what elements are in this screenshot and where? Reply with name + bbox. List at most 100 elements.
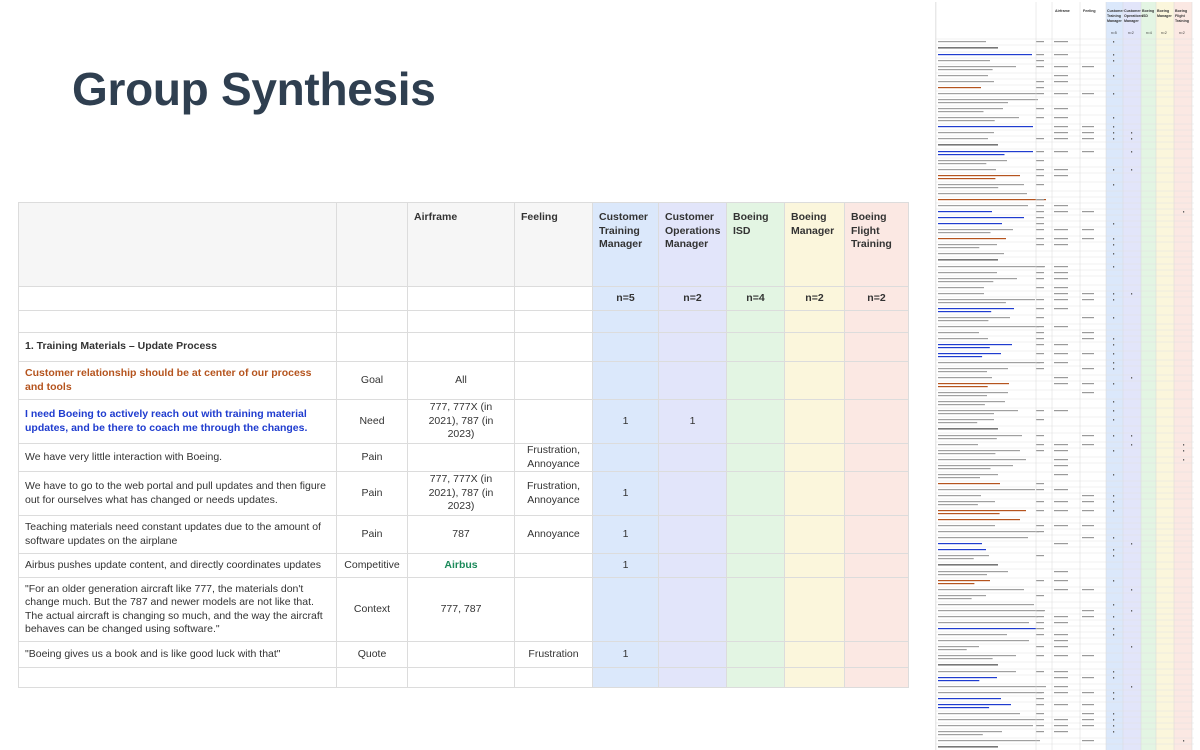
count-cell-com: 1 [658, 399, 727, 444]
thumbnail-n-text: n=4 [1146, 31, 1152, 35]
header-cell-statement [18, 202, 337, 287]
thumbnail-statement-mark [938, 640, 1029, 642]
thumbnail-type-mark [1036, 278, 1044, 280]
thumbnail-count-mark [1113, 435, 1115, 437]
thumbnail-type-mark [1036, 655, 1044, 657]
thumbnail-feeling-mark [1082, 299, 1094, 301]
thumbnail-type-mark [1036, 483, 1044, 485]
thumbnail-airframe-mark [1054, 54, 1068, 56]
thumbnail-feeling-mark [1082, 740, 1094, 742]
thumbnail-airframe-mark [1054, 731, 1068, 733]
thumbnail-count-mark [1131, 293, 1133, 295]
thumbnail-feeling-mark [1082, 537, 1094, 539]
thumbnail-type-mark [1036, 555, 1044, 557]
thumbnail-airframe-mark [1054, 459, 1068, 461]
thumbnail-type-mark [1036, 713, 1044, 715]
thumbnail-type-mark [1036, 725, 1044, 727]
count-cell-com [658, 553, 727, 578]
thumbnail-statement-mark [938, 444, 978, 446]
thumbnail-type-mark [1036, 223, 1044, 225]
thumbnail-statement-mark [938, 99, 1038, 101]
thumbnail-statement-mark [938, 574, 987, 576]
thumbnail-count-mark [1113, 54, 1115, 56]
feeling-cell: Annoyance [514, 515, 593, 554]
thumbnail-airframe-mark [1054, 450, 1068, 452]
thumbnail-feeling-mark [1082, 383, 1094, 385]
thumbnail-statement-mark [938, 740, 1040, 742]
thumbnail-statement-mark [938, 308, 1014, 310]
thumbnail-feeling-mark [1082, 126, 1094, 128]
count-cell-ctm: 1 [592, 641, 659, 668]
thumbnail-n-text: n=2 [1179, 31, 1185, 35]
thumbnail-statement-mark [938, 692, 1042, 694]
thumbnail-airframe-mark [1054, 138, 1068, 140]
thumbnail-feeling-mark [1082, 704, 1094, 706]
thumbnail-airframe-mark [1054, 616, 1068, 618]
thumbnail-airframe-mark [1054, 326, 1068, 328]
count-cell-com [658, 515, 727, 554]
thumbnail-count-mark [1113, 383, 1115, 385]
thumbnail-header-text: Customer [1107, 9, 1124, 13]
thumbnail-statement-mark [938, 580, 990, 582]
thumbnail-statement-mark [938, 54, 1032, 56]
thumbnail-type-mark [1036, 66, 1044, 68]
thumbnail-type-mark [1036, 435, 1044, 437]
thumbnail-type-mark [1036, 622, 1044, 624]
table-row: "Boeing gives us a book and is like good… [18, 641, 909, 668]
thumbnail-airframe-mark [1054, 634, 1068, 636]
thumbnail-airframe-mark [1054, 344, 1068, 346]
thumbnail-count-mark [1113, 725, 1115, 727]
thumbnail-type-mark [1036, 634, 1044, 636]
thumbnail-header-text: Boeing [1157, 9, 1169, 13]
thumbnail-statement-mark [938, 371, 987, 373]
thumbnail-airframe-mark [1054, 175, 1068, 177]
thumbnail-feeling-mark [1082, 138, 1094, 140]
thumbnail-statement-mark [938, 102, 1008, 104]
thumbnail-count-mark [1113, 253, 1115, 255]
thumbnail-statement-mark [938, 66, 1016, 68]
thumbnail-statement-mark [938, 646, 979, 648]
thumbnail-airframe-mark [1054, 362, 1068, 364]
type-cell: Pain [336, 443, 408, 472]
thumbnail-feeling-mark [1082, 317, 1094, 319]
thumbnail-type-mark [1036, 344, 1044, 346]
thumbnail-count-mark [1113, 238, 1115, 240]
thumbnail-n-text: n=2 [1128, 31, 1134, 35]
thumbnail-count-mark [1183, 211, 1185, 213]
header-cell-airframe: Airframe [407, 202, 515, 287]
thumbnail-airframe-mark [1054, 66, 1068, 68]
thumbnail-count-mark [1113, 450, 1115, 452]
thumbnail-statement-mark [938, 132, 994, 134]
header-cell-feeling: Feeling [514, 202, 593, 287]
count-cell-flt [844, 361, 909, 400]
n-count-ctm: n=5 [592, 286, 659, 311]
thumbnail-type-mark [1036, 444, 1044, 446]
thumbnail-statement-mark [938, 555, 989, 557]
thumbnail-statement-mark [938, 160, 1007, 162]
type-cell: Quote [336, 641, 408, 668]
thumbnail-statement-mark [938, 604, 1034, 606]
thumbnail-feeling-mark [1082, 353, 1094, 355]
thumbnail-statement-mark [938, 543, 982, 545]
thumbnail-airframe-mark [1054, 589, 1068, 591]
thumbnail-feeling-mark [1082, 229, 1094, 231]
thumbnail-type-mark [1036, 287, 1044, 289]
thumbnail-count-mark [1113, 555, 1115, 557]
thumbnail-statement-mark [938, 519, 1020, 521]
thumbnail-airframe-mark [1054, 571, 1068, 573]
thumbnail-type-mark [1036, 266, 1044, 268]
thumbnail-airframe-mark [1054, 525, 1068, 527]
thumbnail-statement-mark [938, 281, 994, 283]
statement-cell: "Boeing gives us a book and is like good… [18, 641, 337, 668]
thumbnail-count-mark [1113, 510, 1115, 512]
table-row: Airbus pushes update content, and direct… [18, 553, 909, 578]
thumbnail-feeling-mark [1082, 444, 1094, 446]
header-cell-customer-operations-manager: Customer Operations Manager [658, 202, 727, 287]
thumbnail-statement-mark [938, 81, 994, 83]
count-cell-flt [844, 553, 909, 578]
thumbnail-section-title-mark [938, 428, 998, 430]
thumbnail-airframe-mark [1054, 725, 1068, 727]
thumbnail-type-mark [1036, 671, 1044, 673]
thumbnail-type-mark [1036, 229, 1044, 231]
thumbnail-statement-mark [938, 438, 997, 440]
